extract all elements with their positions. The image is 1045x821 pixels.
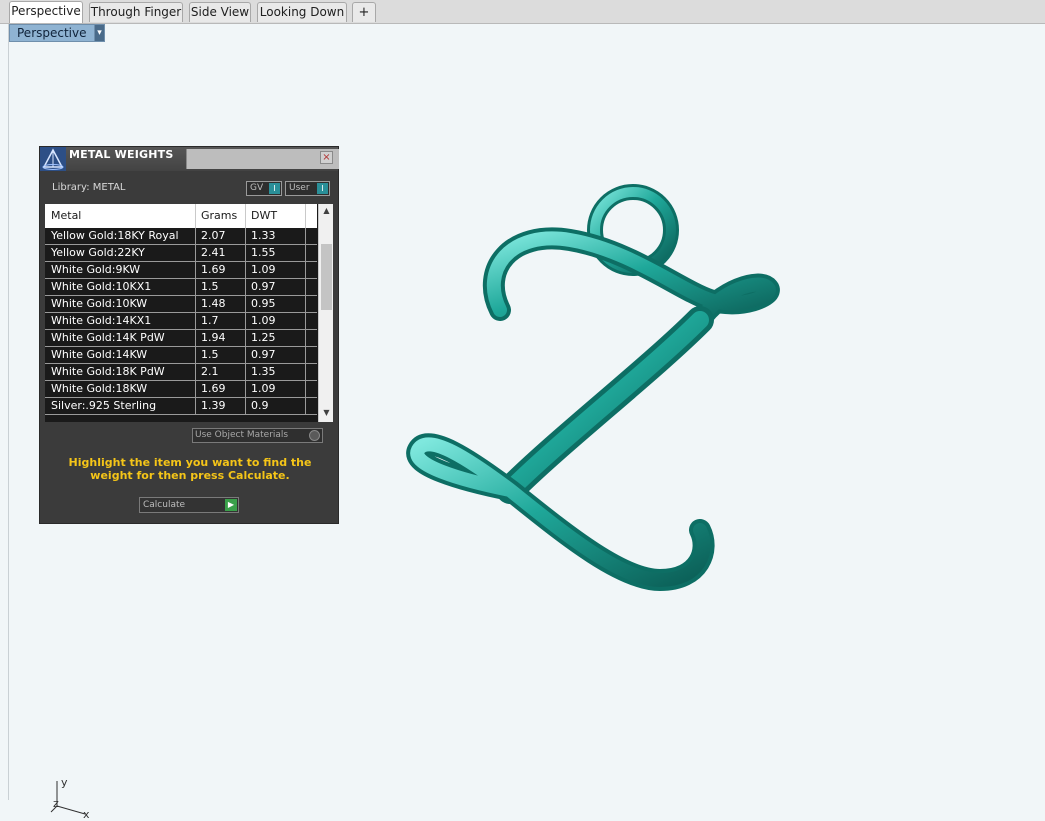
table-header: Metal Grams DWT bbox=[45, 204, 317, 228]
use-object-materials-label: Use Object Materials bbox=[195, 430, 289, 440]
scroll-down-icon[interactable]: ▼ bbox=[319, 408, 333, 417]
metal-cell: Silver:.925 Sterling bbox=[51, 399, 157, 412]
dwt-cell: 0.97 bbox=[251, 348, 276, 361]
library-label: Library: METAL bbox=[52, 182, 126, 193]
axis-y-label: y bbox=[61, 776, 68, 789]
table-row[interactable]: White Gold:10KX1 1.5 0.97 bbox=[45, 279, 317, 296]
viewport-tab-bar: Perspective Through Finger Side View Loo… bbox=[0, 0, 1045, 24]
dwt-cell: 1.25 bbox=[251, 331, 276, 344]
axis-z-label: z bbox=[53, 797, 59, 810]
metal-cell: White Gold:14KX1 bbox=[51, 314, 152, 327]
metal-cell: White Gold:10KW bbox=[51, 297, 148, 310]
user-toggle-knob[interactable]: I bbox=[317, 183, 328, 194]
add-tab-button[interactable]: + bbox=[352, 2, 376, 22]
table-row[interactable]: White Gold:18KW 1.69 1.09 bbox=[45, 381, 317, 398]
column-header-metal[interactable]: Metal bbox=[51, 209, 81, 222]
grams-cell: 1.69 bbox=[201, 382, 226, 395]
tab-perspective[interactable]: Perspective bbox=[9, 1, 83, 23]
tab-looking-down[interactable]: Looking Down bbox=[257, 2, 347, 22]
grams-cell: 1.69 bbox=[201, 263, 226, 276]
metal-cell: White Gold:18K PdW bbox=[51, 365, 165, 378]
metal-cell: White Gold:18KW bbox=[51, 382, 148, 395]
metal-cell: White Gold:10KX1 bbox=[51, 280, 152, 293]
dwt-cell: 1.33 bbox=[251, 229, 276, 242]
table-row[interactable]: Yellow Gold:18KY Royal 2.07 1.33 bbox=[45, 228, 317, 245]
metal-weights-panel: METAL WEIGHTS × Library: METAL GV I User… bbox=[39, 146, 339, 524]
pendant-model[interactable] bbox=[380, 170, 800, 614]
scroll-up-icon[interactable]: ▲ bbox=[319, 206, 333, 215]
grams-cell: 1.7 bbox=[201, 314, 219, 327]
table-row[interactable]: Yellow Gold:22KY 2.41 1.55 bbox=[45, 245, 317, 262]
table-rows: Yellow Gold:18KY Royal 2.07 1.33 Yellow Go… bbox=[45, 228, 317, 415]
table-row[interactable]: White Gold:14KX1 1.7 1.09 bbox=[45, 313, 317, 330]
metal-cell: Yellow Gold:22KY bbox=[51, 246, 145, 259]
close-icon[interactable]: × bbox=[320, 151, 333, 164]
metal-cell: Yellow Gold:18KY Royal bbox=[51, 229, 179, 242]
grams-cell: 2.41 bbox=[201, 246, 226, 259]
grams-cell: 1.94 bbox=[201, 331, 226, 344]
dwt-cell: 0.95 bbox=[251, 297, 276, 310]
metal-table: Metal Grams DWT Yellow Gold:18KY Royal 2.… bbox=[45, 204, 333, 422]
dwt-cell: 0.97 bbox=[251, 280, 276, 293]
metal-cell: White Gold:14K PdW bbox=[51, 331, 165, 344]
calculate-button[interactable]: Calculate ▶ bbox=[139, 497, 239, 513]
axis-x-label: x bbox=[83, 808, 90, 821]
grams-cell: 1.5 bbox=[201, 280, 219, 293]
use-object-materials-toggle[interactable]: Use Object Materials bbox=[192, 428, 323, 443]
tab-side-view[interactable]: Side View bbox=[189, 2, 251, 22]
table-row[interactable]: White Gold:9KW 1.69 1.09 bbox=[45, 262, 317, 279]
scroll-thumb[interactable] bbox=[321, 244, 332, 310]
grams-cell: 1.5 bbox=[201, 348, 219, 361]
gv-toggle-knob[interactable]: I bbox=[269, 183, 280, 194]
axis-lines-icon bbox=[50, 781, 86, 815]
panel-header[interactable]: METAL WEIGHTS × bbox=[40, 147, 339, 171]
play-icon[interactable]: ▶ bbox=[225, 499, 237, 511]
column-header-grams[interactable]: Grams bbox=[201, 209, 237, 222]
table-scrollbar[interactable]: ▲ ▼ bbox=[318, 204, 333, 422]
dwt-cell: 1.09 bbox=[251, 314, 276, 327]
scale-logo-icon bbox=[40, 147, 66, 171]
letter-z-pendant-icon bbox=[406, 184, 780, 591]
table-row[interactable]: White Gold:10KW 1.48 0.95 bbox=[45, 296, 317, 313]
table-row[interactable]: White Gold:18K PdW 2.1 1.35 bbox=[45, 364, 317, 381]
user-toggle[interactable]: User I bbox=[285, 181, 330, 196]
table-row[interactable]: Silver:.925 Sterling 1.39 0.9 bbox=[45, 398, 317, 415]
instruction-text: Highlight the item you want to find the … bbox=[68, 456, 312, 482]
panel-header-bar bbox=[186, 149, 339, 169]
dwt-cell: 1.09 bbox=[251, 382, 276, 395]
calculate-label: Calculate bbox=[143, 500, 186, 510]
grams-cell: 1.48 bbox=[201, 297, 226, 310]
radio-dot-icon[interactable] bbox=[309, 430, 320, 441]
grams-cell: 1.39 bbox=[201, 399, 226, 412]
dwt-cell: 0.9 bbox=[251, 399, 269, 412]
table-row[interactable]: White Gold:14KW 1.5 0.97 bbox=[45, 347, 317, 364]
metal-cell: White Gold:14KW bbox=[51, 348, 148, 361]
table-row[interactable]: White Gold:14K PdW 1.94 1.25 bbox=[45, 330, 317, 347]
gv-toggle[interactable]: GV I bbox=[246, 181, 282, 196]
metal-cell: White Gold:9KW bbox=[51, 263, 141, 276]
tab-through-finger[interactable]: Through Finger bbox=[89, 2, 183, 22]
grams-cell: 2.07 bbox=[201, 229, 226, 242]
panel-title: METAL WEIGHTS bbox=[69, 148, 174, 161]
gv-toggle-label: GV bbox=[250, 183, 264, 193]
dwt-cell: 1.09 bbox=[251, 263, 276, 276]
grams-cell: 2.1 bbox=[201, 365, 219, 378]
dwt-cell: 1.55 bbox=[251, 246, 276, 259]
viewport-title[interactable]: Perspective bbox=[9, 24, 95, 42]
user-toggle-label: User bbox=[289, 183, 310, 193]
column-header-dwt[interactable]: DWT bbox=[251, 209, 277, 222]
dwt-cell: 1.35 bbox=[251, 365, 276, 378]
viewport-menu-chevron-down-icon[interactable]: ▾ bbox=[94, 24, 105, 42]
